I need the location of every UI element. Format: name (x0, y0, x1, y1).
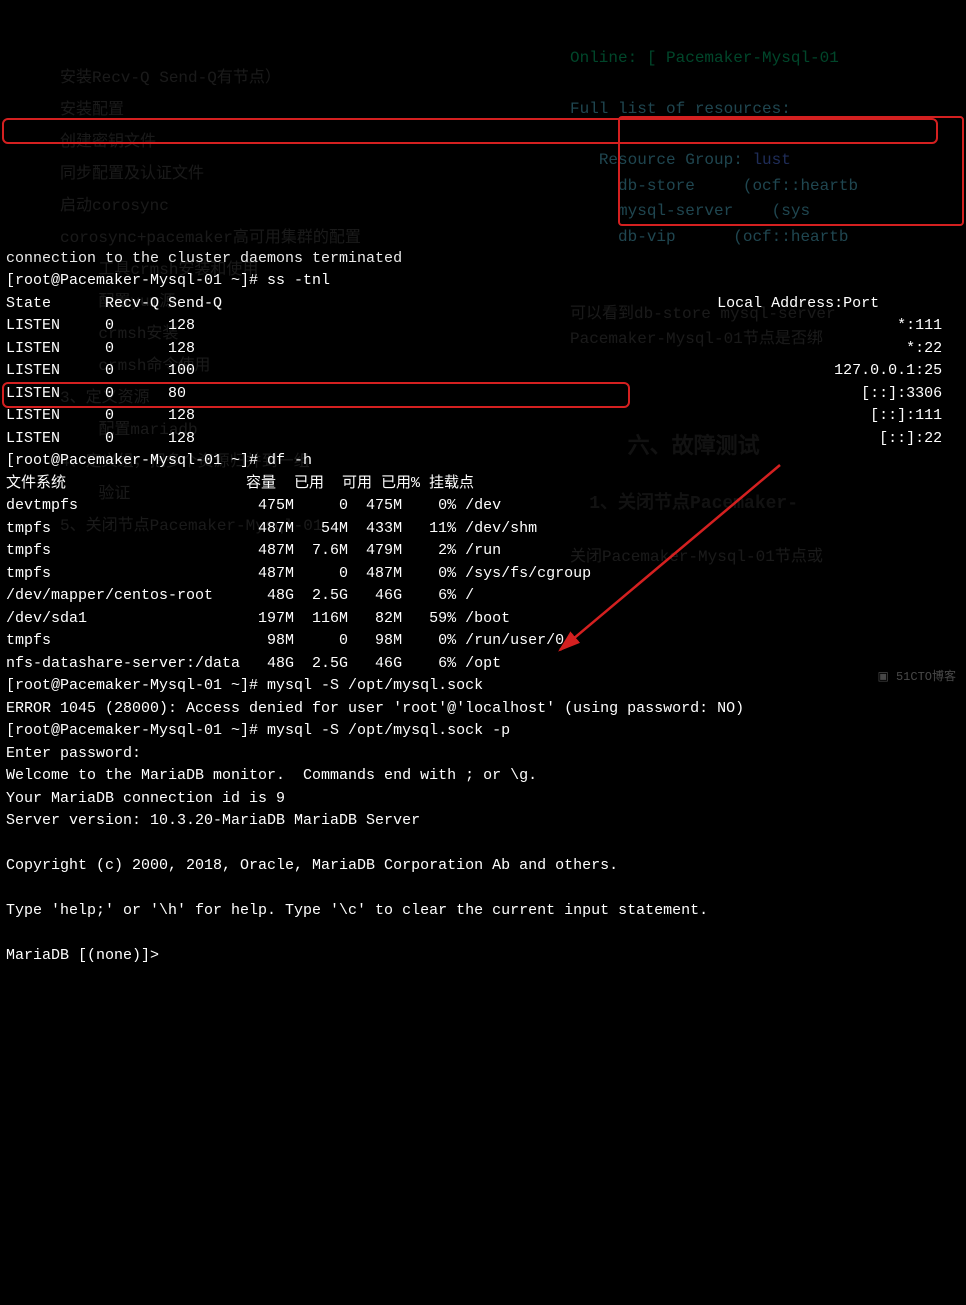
ss-port: [::]:3306 (861, 385, 942, 402)
ss-port: *:22 (906, 340, 942, 357)
table-row: devtmpfs 475M 0 475M 0% /dev (6, 497, 501, 514)
command-mysql: mysql -S /opt/mysql.sock (267, 677, 483, 694)
table-row: nfs-datashare-server:/data 48G 2.5G 46G … (6, 655, 501, 672)
ss-port: [::]:22 (879, 430, 942, 447)
shell-prompt: [root@Pacemaker-Mysql-01 ~]# (6, 272, 267, 289)
ss-port: *:111 (897, 317, 942, 334)
help-line: Type 'help;' or '\h' for help. Type '\c'… (6, 902, 708, 919)
ss-header-left: State Recv-Q Send-Q (6, 295, 222, 312)
command-ss: ss -tnl (267, 272, 330, 289)
table-row: LISTEN 0 128 (6, 407, 195, 424)
shell-prompt: [root@Pacemaker-Mysql-01 ~]# (6, 722, 267, 739)
table-row: tmpfs 487M 7.6M 479M 2% /run (6, 542, 501, 559)
ss-header-right: Local Address:Port (717, 295, 879, 312)
table-row: tmpfs 487M 0 487M 0% /sys/fs/cgroup (6, 565, 591, 582)
mariadb-prompt[interactable]: MariaDB [(none)]> (6, 947, 168, 964)
welcome-line: Your MariaDB connection id is 9 (6, 790, 285, 807)
table-row: LISTEN 0 80 (6, 385, 186, 402)
watermark: ▣ 51CTO博客 (863, 650, 956, 686)
command-mysql-p: mysql -S /opt/mysql.sock -p (267, 722, 510, 739)
copyright-line: Copyright (c) 2000, 2018, Oracle, MariaD… (6, 857, 618, 874)
shell-prompt: [root@Pacemaker-Mysql-01 ~]# (6, 677, 267, 694)
table-row: LISTEN 0 128 (6, 340, 195, 357)
welcome-line: Welcome to the MariaDB monitor. Commands… (6, 767, 537, 784)
error-line: ERROR 1045 (28000): Access denied for us… (6, 700, 744, 717)
table-row: tmpfs 487M 54M 433M 11% /dev/shm (6, 520, 537, 537)
command-df: df -h (267, 452, 312, 469)
table-row: LISTEN 0 128 (6, 317, 195, 334)
ss-port: [::]:111 (870, 407, 942, 424)
ss-port: 127.0.0.1:25 (834, 362, 942, 379)
welcome-line: Server version: 10.3.20-MariaDB MariaDB … (6, 812, 420, 829)
password-prompt[interactable]: Enter password: (6, 745, 141, 762)
table-row: tmpfs 98M 0 98M 0% /run/user/0 (6, 632, 564, 649)
line-warning: connection to the cluster daemons termin… (6, 250, 402, 267)
table-row: /dev/mapper/centos-root 48G 2.5G 46G 6% … (6, 587, 474, 604)
terminal-output: connection to the cluster daemons termin… (0, 225, 966, 968)
watermark-icon: ▣ (877, 670, 896, 684)
shell-prompt: [root@Pacemaker-Mysql-01 ~]# (6, 452, 267, 469)
table-row: LISTEN 0 100 (6, 362, 195, 379)
table-row: LISTEN 0 128 (6, 430, 195, 447)
df-header: 文件系统 容量 已用 可用 已用% 挂载点 (6, 475, 474, 492)
table-row: /dev/sda1 197M 116M 82M 59% /boot (6, 610, 510, 627)
